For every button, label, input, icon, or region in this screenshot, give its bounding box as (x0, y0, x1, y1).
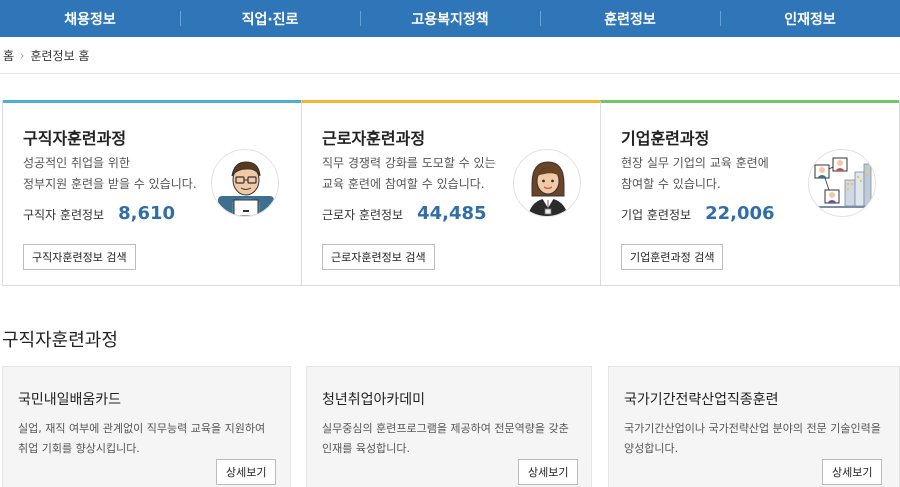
card-desc-line: 정부지원 훈련을 받을 수 있습니다. (23, 177, 197, 191)
section-title: 구직자훈련과정 (2, 330, 118, 351)
course-description: 국가기간산업이나 국가전략산업 분야의 전문 기술인력을 양성합니다. (624, 419, 886, 459)
count-label: 구직자 훈련정보 (23, 208, 105, 222)
course-card-national-learning-card: 국민내일배움카드 실업, 재직 여부에 관계없이 직무능력 교육을 지원하여 취… (2, 366, 291, 487)
count-label: 근로자 훈련정보 (322, 208, 404, 222)
details-button[interactable]: 상세보기 (216, 459, 277, 485)
count-label: 기업 훈련정보 (621, 208, 692, 222)
nav-item-welfare-policy[interactable]: 고용복지정책 (360, 0, 540, 37)
card-description: 직무 경쟁력 강화를 도모할 수 있는 교육 훈련에 참여할 수 있습니다. (322, 153, 507, 195)
course-description: 실무중심의 훈련프로그램을 제공하여 전문역량을 갖춘 인재를 육성합니다. (322, 419, 584, 459)
details-button[interactable]: 상세보기 (822, 459, 883, 485)
course-card-national-strategic-industry: 국가기간전략산업직종훈련 국가기간산업이나 국가전략산업 분야의 전문 기술인력… (608, 366, 900, 487)
course-title: 국민내일배움카드 (18, 392, 122, 408)
course-desc-line: 실무중심의 훈련프로그램을 제공하여 전문역량을 갖춘 (322, 422, 569, 435)
course-desc-line: 인재를 육성합니다. (322, 442, 410, 455)
breadcrumb-current: 훈련정보 홈 (30, 49, 90, 63)
worker-woman-icon (513, 149, 581, 217)
card-desc-line: 직무 경쟁력 강화를 도모할 수 있는 (322, 156, 496, 170)
card-title: 기업훈련과정 (621, 129, 710, 148)
training-summary-panel: 구직자훈련과정 성공적인 취업을 위한 정부지원 훈련을 받을 수 있습니다. … (2, 100, 900, 286)
summary-card-worker: 근로자훈련과정 직무 경쟁력 강화를 도모할 수 있는 교육 훈련에 참여할 수… (301, 100, 600, 285)
card-desc-line: 현장 실무 기업의 교육 훈련에 (621, 156, 769, 170)
job-seeker-search-button[interactable]: 구직자훈련정보 검색 (23, 244, 136, 270)
card-count: 기업 훈련정보 22,006 (621, 203, 775, 224)
breadcrumb-home-link[interactable]: 홈 (3, 47, 14, 64)
count-value: 44,485 (417, 203, 487, 224)
company-search-button[interactable]: 기업훈련과정 검색 (621, 244, 724, 270)
worker-search-button[interactable]: 근로자훈련정보 검색 (322, 244, 435, 270)
nav-item-jobs[interactable]: 채용정보 (0, 0, 180, 37)
card-count: 근로자 훈련정보 44,485 (322, 203, 487, 224)
card-desc-line: 성공적인 취업을 위한 (23, 156, 130, 170)
course-title: 청년취업아카데미 (322, 392, 426, 408)
card-desc-line: 교육 훈련에 참여할 수 있습니다. (322, 177, 485, 191)
nav-item-talent[interactable]: 인재정보 (720, 0, 900, 37)
top-navigation: 채용정보 직업·진로 고용복지정책 훈련정보 인재정보 (0, 0, 900, 37)
card-description: 현장 실무 기업의 교육 훈련에 참여할 수 있습니다. (621, 153, 806, 195)
card-title: 근로자훈련과정 (322, 129, 426, 148)
nav-item-training[interactable]: 훈련정보 (540, 0, 720, 37)
company-building-icon (808, 149, 876, 217)
card-description: 성공적인 취업을 위한 정부지원 훈련을 받을 수 있습니다. (23, 153, 208, 195)
course-description: 실업, 재직 여부에 관계없이 직무능력 교육을 지원하여 취업 기회를 향상시… (18, 419, 280, 459)
breadcrumb: 홈 › 훈련정보 홈 (3, 47, 89, 64)
count-value: 22,006 (705, 203, 775, 224)
card-desc-line: 참여할 수 있습니다. (621, 177, 721, 191)
course-desc-line: 취업 기회를 향상시킵니다. (18, 442, 140, 455)
nav-item-career[interactable]: 직업·진로 (180, 0, 360, 37)
summary-card-job-seeker: 구직자훈련과정 성공적인 취업을 위한 정부지원 훈련을 받을 수 있습니다. … (3, 100, 301, 285)
card-title: 구직자훈련과정 (23, 129, 127, 148)
course-desc-line: 양성합니다. (624, 442, 679, 455)
card-count: 구직자 훈련정보 8,610 (23, 203, 175, 224)
details-button[interactable]: 상세보기 (518, 459, 579, 485)
course-desc-line: 국가기간산업이나 국가전략산업 분야의 전문 기술인력을 (624, 422, 881, 435)
job-seeker-man-icon (211, 149, 279, 217)
chevron-right-icon: › (20, 49, 25, 62)
course-title: 국가기간전략산업직종훈련 (624, 392, 779, 408)
breadcrumb-divider (0, 73, 900, 74)
summary-card-company: 기업훈련과정 현장 실무 기업의 교육 훈련에 참여할 수 있습니다. 기업 훈… (600, 100, 899, 285)
count-value: 8,610 (118, 203, 176, 224)
course-desc-line: 실업, 재직 여부에 관계없이 직무능력 교육을 지원하여 (18, 422, 266, 435)
course-card-youth-academy: 청년취업아카데미 실무중심의 훈련프로그램을 제공하여 전문역량을 갖춘 인재를… (306, 366, 592, 487)
